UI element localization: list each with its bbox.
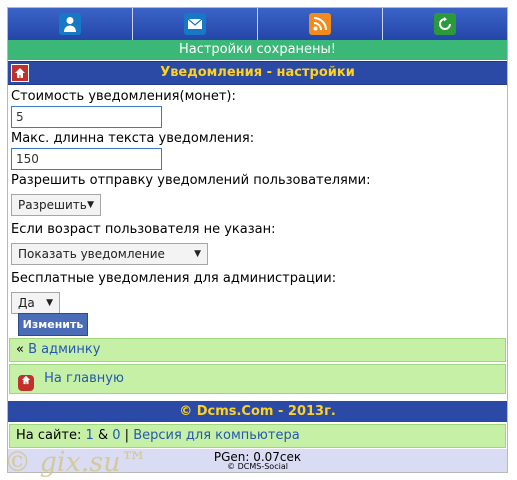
profile-button[interactable] <box>8 8 133 40</box>
admin-link[interactable]: В админку <box>28 342 100 357</box>
online-label: На сайте: <box>16 428 82 443</box>
rss-icon <box>309 13 331 35</box>
chevron-down-icon: ▼ <box>46 298 53 308</box>
age-select[interactable]: Показать уведомление ▼ <box>11 243 208 265</box>
settings-form: Стоимость уведомления(монет): Макс. длин… <box>11 88 505 319</box>
free-select[interactable]: Да ▼ <box>11 292 60 314</box>
maxlen-input[interactable] <box>11 148 162 170</box>
allow-label: Разрешить отправку уведомлений пользоват… <box>11 173 371 188</box>
submit-button[interactable]: Изменить <box>18 313 88 336</box>
online-row: На сайте: 1 & 0 | Версия для компьютера <box>9 424 506 448</box>
allow-select[interactable]: Разрешить ▼ <box>11 194 101 216</box>
age-label: Если возраст пользователя не указан: <box>11 222 276 237</box>
free-label: Бесплатные уведомления для администрации… <box>11 271 337 286</box>
chevron-down-icon: ▼ <box>87 200 94 210</box>
refresh-icon <box>434 13 456 35</box>
home-icon <box>14 64 26 83</box>
copyright-bar: © Dcms.Com - 2013г. <box>8 401 507 422</box>
top-nav <box>8 8 507 40</box>
mail-icon <box>184 13 206 35</box>
separator: | <box>124 428 130 443</box>
rss-button[interactable] <box>258 8 383 40</box>
saved-notice: Настройки сохранены! <box>8 40 507 60</box>
page-title: Уведомления - настройки <box>160 65 355 80</box>
user-icon <box>59 13 81 35</box>
online-users-link[interactable]: 1 <box>86 428 94 443</box>
home-link-row: На главную <box>9 364 506 394</box>
cost-input[interactable] <box>11 106 162 128</box>
home-icon <box>18 375 34 391</box>
home-button[interactable] <box>11 64 29 82</box>
header-bar: Уведомления - настройки <box>8 61 507 85</box>
refresh-button[interactable] <box>383 8 507 40</box>
watermark: © gix.su™ <box>4 447 148 478</box>
maxlen-label: Макс. длинна текста уведомления: <box>11 131 255 146</box>
mail-button[interactable] <box>133 8 258 40</box>
admin-link-row: « В админку <box>9 338 506 362</box>
amp-text: & <box>97 428 109 443</box>
chevron-down-icon: ▼ <box>194 249 201 259</box>
online-guests-link[interactable]: 0 <box>112 428 120 443</box>
age-select-value: Показать уведомление <box>18 247 165 261</box>
allow-select-value: Разрешить <box>18 198 87 212</box>
home-link[interactable]: На главную <box>44 371 124 386</box>
cost-label: Стоимость уведомления(монет): <box>11 89 236 104</box>
back-arrow: « <box>16 342 24 357</box>
page-frame: Настройки сохранены! Уведомления - настр… <box>7 7 508 473</box>
free-select-value: Да <box>18 296 35 310</box>
desktop-version-link[interactable]: Версия для компьютера <box>133 428 299 443</box>
